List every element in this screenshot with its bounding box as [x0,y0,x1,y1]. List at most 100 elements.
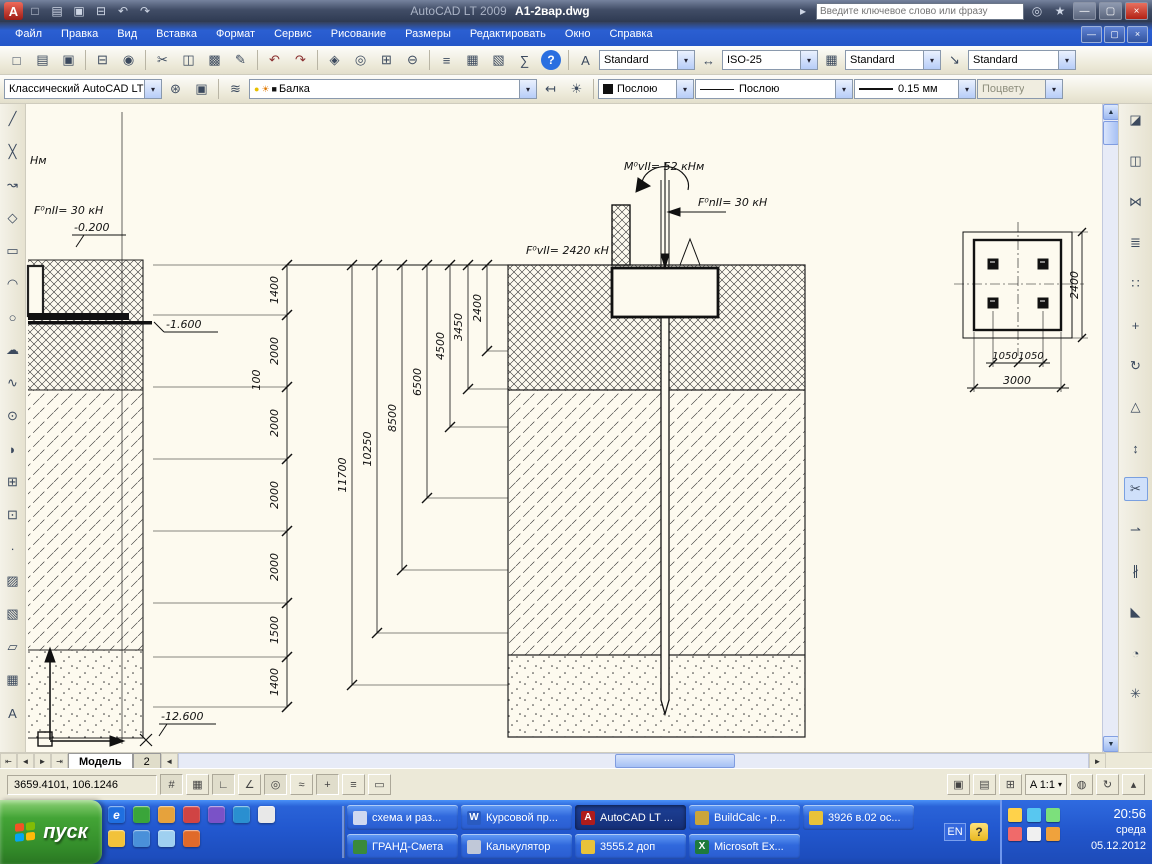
taskbar-button-autocad[interactable]: A AutoCAD LT ... [575,805,686,830]
trim-icon[interactable]: ✂ [1123,477,1148,501]
tray-antivirus-icon[interactable] [1046,808,1060,822]
scroll-down-icon[interactable]: ▼ [1103,736,1119,752]
tab-model[interactable]: Модель [68,753,133,769]
layout-button[interactable]: ▤ [972,774,996,795]
ellipse-icon[interactable]: ⊙ [1,404,25,428]
menu-draw[interactable]: Рисование [322,24,395,44]
start-button[interactable]: пуск [0,800,102,864]
match-properties-icon[interactable]: ✎ [228,48,253,73]
copy-object-icon[interactable]: ◫ [1124,149,1148,173]
polygon-icon[interactable]: ◇ [1,206,25,230]
workspace-combo[interactable]: Классический AutoCAD LT ▾ [4,79,162,99]
polar-toggle[interactable]: ∠ [238,774,261,795]
doc-restore-button[interactable]: ▢ [1104,25,1125,43]
taskbar-button-3926[interactable]: 3926 в.02 ос... [803,805,914,830]
text-style-icon[interactable]: A [573,48,598,73]
insert-block-icon[interactable]: ⊞ [1,470,25,494]
tab-layout-2[interactable]: 2 [132,753,161,769]
chevron-down-icon[interactable]: ▾ [800,51,817,69]
drawing-canvas[interactable]: -0.200 -1.600 -12.600 Нм F⁰nII= 30 кН 14… [26,104,1102,752]
ellipse-arc-icon[interactable]: ◗ [1,437,25,461]
rectangle-icon[interactable]: ▭ [1,239,25,263]
explode-icon[interactable]: ✳ [1124,682,1148,706]
rotate-icon[interactable]: ↻ [1124,354,1148,378]
menu-edit[interactable]: Правка [52,24,107,44]
polyline-icon[interactable]: ↝ [1,173,25,197]
properties-icon[interactable]: ≡ [434,48,459,73]
quick-launch-ie-icon[interactable]: e [108,806,125,823]
multileader-style-icon[interactable]: ↘ [942,48,967,73]
lineweight-combo[interactable]: 0.15 мм ▾ [854,79,976,99]
spline-icon[interactable]: ∿ [1,371,25,395]
ortho-toggle[interactable]: ∟ [212,774,235,795]
array-icon[interactable]: ∷ [1124,272,1148,296]
quick-launch-icon[interactable] [158,806,175,823]
quick-launch-icon[interactable] [108,830,125,847]
tray-app-icon[interactable] [1008,827,1022,841]
undo-icon[interactable]: ↶ [113,2,133,20]
first-tab-icon[interactable]: ⇤ [0,753,17,769]
table-icon[interactable]: ▦ [1,668,25,692]
region-icon[interactable]: ▱ [1,635,25,659]
redo-toolbar-icon[interactable]: ↷ [288,48,313,73]
layer-combo[interactable]: ● ☀ ■ Балка ▾ [249,79,537,99]
model-toggle[interactable]: ▭ [368,774,391,795]
search-icon[interactable]: ◎ [1027,2,1047,20]
tool-palettes-icon[interactable]: ▧ [486,48,511,73]
grid-toggle[interactable]: ▦ [186,774,209,795]
construction-line-icon[interactable]: ╳ [1,140,25,164]
lwt-toggle[interactable]: ≡ [342,774,365,795]
pan-icon[interactable]: ◈ [322,48,347,73]
linetype-combo[interactable]: Послою ▾ [695,79,853,99]
taskbar-button-3555-folder[interactable]: 3555.2 доп [575,834,686,859]
tray-clock[interactable]: 20:56 среда 05.12.2012 [1091,805,1146,854]
taskbar-button-kursovoy[interactable]: W Курсовой пр... [461,805,572,830]
menu-modify[interactable]: Редактировать [461,24,555,44]
dyn-toggle[interactable]: + [316,774,339,795]
taskbar-button-grand-smeta[interactable]: ГРАНД-Смета [347,834,458,859]
chevron-down-icon[interactable]: ▾ [1058,780,1062,789]
menu-view[interactable]: Вид [108,24,146,44]
auto-scale-button[interactable]: ↻ [1096,774,1119,795]
color-combo[interactable]: Послою ▾ [598,79,694,99]
osnap-toggle[interactable]: ◎ [264,774,287,795]
chevron-down-icon[interactable]: ▾ [958,80,975,98]
menu-window[interactable]: Окно [556,24,600,44]
designcenter-icon[interactable]: ▦ [460,48,485,73]
chevron-down-icon[interactable]: ▾ [677,51,694,69]
stretch-icon[interactable]: ↕ [1124,436,1148,460]
move-icon[interactable]: + [1124,313,1148,337]
tray-network-icon[interactable] [1027,808,1041,822]
plot-preview-icon[interactable]: ◉ [116,48,141,73]
extend-icon[interactable]: ⇀ [1124,518,1148,542]
autocad-logo-icon[interactable]: A [4,2,23,20]
qnew-icon[interactable]: □ [4,48,29,73]
chevron-down-icon[interactable]: ▾ [923,51,940,69]
drawing-area[interactable]: -0.200 -1.600 -12.600 Нм F⁰nII= 30 кН 14… [26,104,1102,752]
erase-icon[interactable]: ◪ [1124,108,1148,132]
scroll-left-icon[interactable]: ◄ [160,753,178,769]
redo-icon[interactable]: ↷ [135,2,155,20]
next-tab-icon[interactable]: ► [34,753,51,769]
zoom-window-icon[interactable]: ⊞ [374,48,399,73]
language-indicator[interactable]: EN [944,823,966,841]
quick-launch-icon[interactable] [208,806,225,823]
menu-format[interactable]: Формат [207,24,264,44]
chamfer-icon[interactable]: ◣ [1124,600,1148,624]
scroll-up-icon[interactable]: ▲ [1103,104,1119,120]
circle-icon[interactable]: ○ [1,305,25,329]
quick-launch-icon[interactable] [133,806,150,823]
tray-help-icon[interactable]: ? [970,823,988,841]
quick-view-button[interactable]: ⊞ [998,774,1022,795]
paste-icon[interactable]: ▩ [202,48,227,73]
favorites-star-icon[interactable]: ★ [1050,2,1070,20]
menu-tools[interactable]: Сервис [265,24,321,44]
make-block-icon[interactable]: ⊡ [1,503,25,527]
table-style-combo[interactable]: Standard ▾ [845,50,941,70]
mirror-icon[interactable]: ⋈ [1124,190,1148,214]
revcloud-icon[interactable]: ☁ [1,338,25,362]
tray-app-icon[interactable] [1046,827,1060,841]
copy-icon[interactable]: ◫ [176,48,201,73]
print-icon[interactable]: ⊟ [91,2,111,20]
quick-launch-icon[interactable] [233,806,250,823]
